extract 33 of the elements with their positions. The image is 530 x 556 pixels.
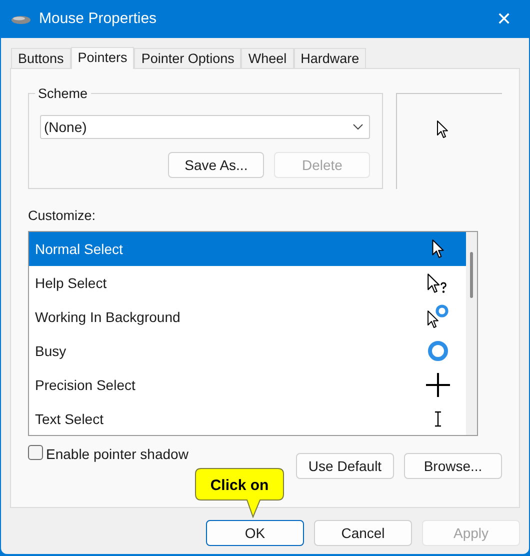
cancel-button[interactable]: Cancel xyxy=(314,520,412,546)
window-title: Mouse Properties xyxy=(39,9,157,30)
scheme-dropdown[interactable]: (None) xyxy=(40,115,370,139)
list-item[interactable]: Normal Select xyxy=(29,232,466,266)
list-item[interactable]: Working In Background xyxy=(29,300,466,334)
list-item[interactable]: Text Select xyxy=(29,402,466,436)
tab[interactable]: Wheel xyxy=(241,48,294,68)
tab[interactable]: Buttons xyxy=(11,48,71,68)
use-default-button[interactable]: Use Default xyxy=(296,453,394,480)
customize-label: Customize: xyxy=(28,207,97,225)
shadow-label: Enable pointer shadow xyxy=(46,445,188,464)
tab[interactable]: Hardware xyxy=(294,48,366,68)
help-cursor-icon xyxy=(427,272,449,294)
tab[interactable]: Pointers xyxy=(70,47,134,69)
chevron-down-icon xyxy=(353,124,363,130)
list-item[interactable]: Precision Select xyxy=(29,368,466,402)
callout: Click on xyxy=(195,468,284,518)
tab[interactable]: Pointer Options xyxy=(134,48,242,68)
close-button[interactable]: ✕ xyxy=(489,4,519,34)
scrollbar[interactable] xyxy=(466,232,477,436)
shadow-checkbox[interactable] xyxy=(28,445,43,460)
browse-button[interactable]: Browse... xyxy=(404,453,502,480)
arrow-cursor-icon xyxy=(431,239,445,260)
save-as-button[interactable]: Save As... xyxy=(168,152,264,178)
text-cursor-icon xyxy=(434,411,442,428)
working-cursor-icon xyxy=(427,304,449,330)
list-item[interactable]: Help Select xyxy=(29,266,466,300)
arrow-cursor-icon xyxy=(436,120,449,139)
crosshair-icon xyxy=(425,372,451,398)
busy-ring-icon xyxy=(427,340,449,362)
list-item[interactable]: Busy xyxy=(29,334,466,368)
ok-button[interactable]: OK xyxy=(206,520,304,546)
mouse-icon xyxy=(11,14,31,24)
